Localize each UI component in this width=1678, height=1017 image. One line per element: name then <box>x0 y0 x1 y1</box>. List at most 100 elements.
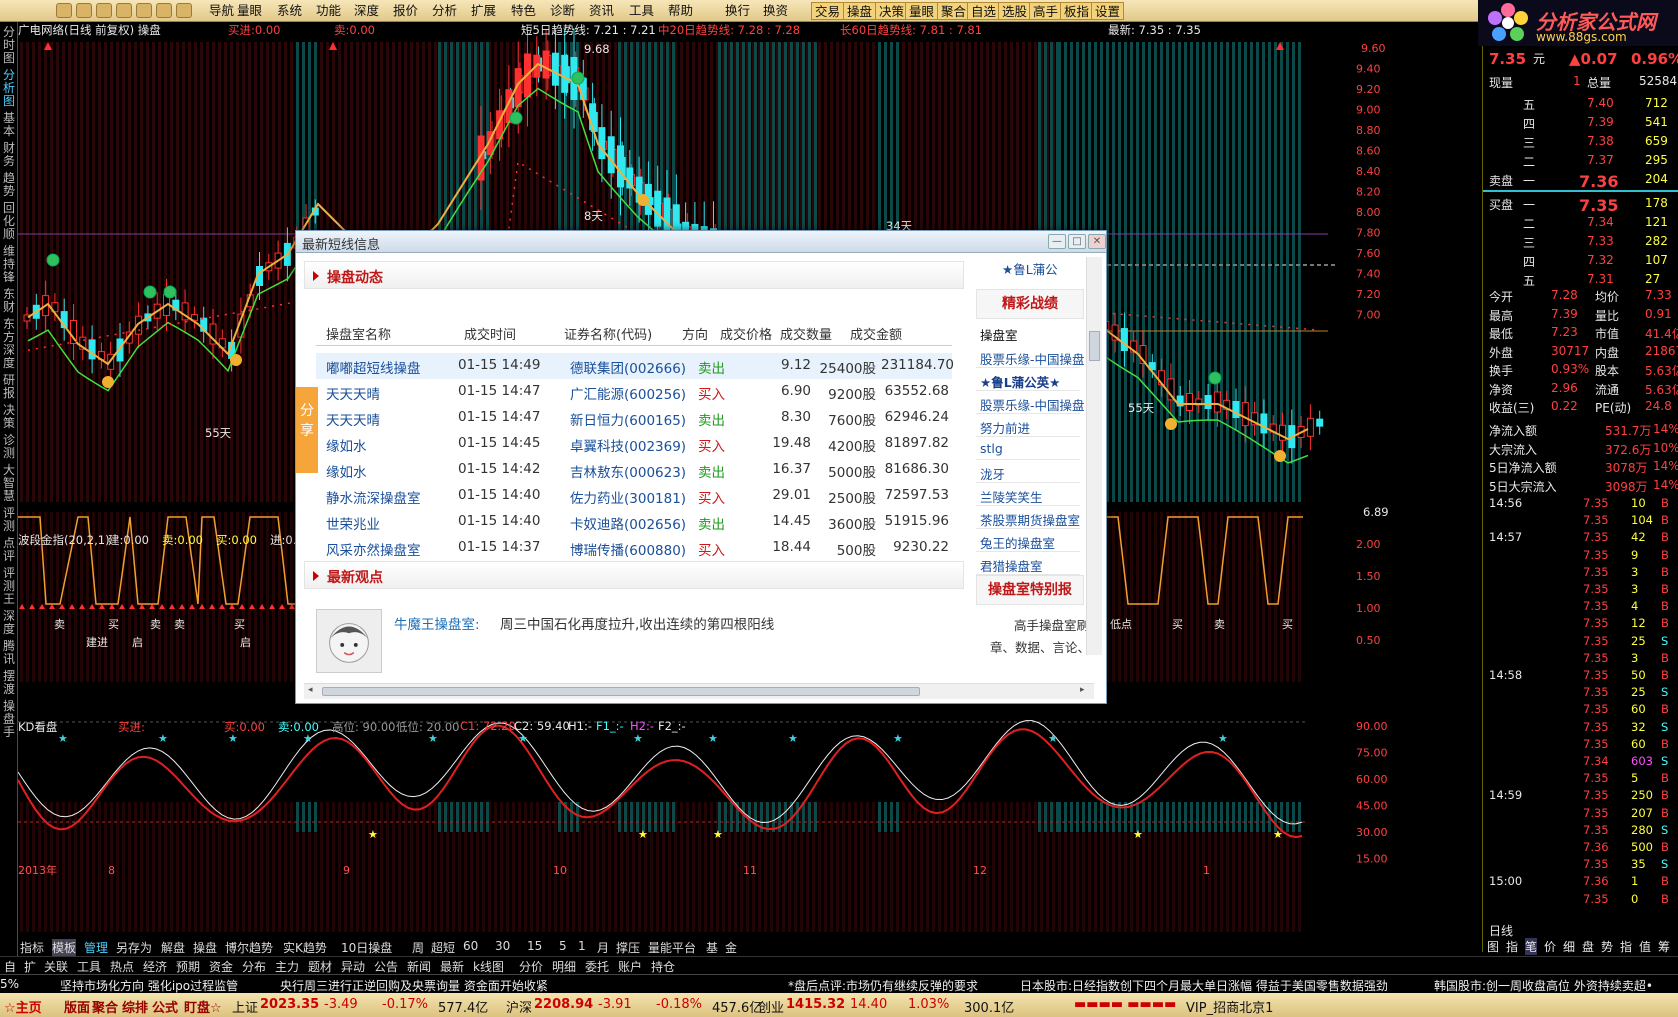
indicator-tab-3[interactable]: 另存为 <box>116 939 152 956</box>
trader-name[interactable]: 天天天晴 <box>326 383 380 403</box>
sidebar-item-6[interactable]: 兰陵笑笑生 <box>980 487 1043 506</box>
dialog-titlebar[interactable]: 最新短线信息 — □ ✕ <box>296 231 1106 253</box>
indicator-tab-16[interactable]: 月 <box>597 939 609 956</box>
home-tab[interactable]: ☆主页 <box>4 997 42 1016</box>
trade-row-6[interactable]: 世荣兆业 01-15 14:40 卡奴迪路(002656) 卖出 14.45 3600股 5… <box>316 509 952 535</box>
menu-item-10[interactable]: 资讯 <box>586 2 617 20</box>
trader-name[interactable]: 天天天晴 <box>326 409 380 429</box>
function-tab-0[interactable]: 自 <box>4 958 16 975</box>
menu-item-2[interactable]: 系统 <box>274 2 305 20</box>
function-tab-20[interactable]: 持仓 <box>651 958 675 975</box>
security[interactable]: 卡奴迪路(002656) <box>570 513 686 533</box>
sidebar-item-1[interactable]: ★鲁L蒲公英★ <box>980 372 1060 391</box>
function-tab-16[interactable]: 分价 <box>519 958 543 975</box>
menu-item-15[interactable]: 交易 <box>811 2 845 20</box>
trader-name[interactable]: 嘟嘟超短线操盘 <box>326 357 421 377</box>
function-tab-9[interactable]: 主力 <box>275 958 299 975</box>
indicator-tab-1[interactable]: 模板 <box>52 939 77 956</box>
indicator-tab-7[interactable]: 实K趋势 <box>283 939 327 956</box>
right-tab-4[interactable]: 细 <box>1563 938 1575 955</box>
menu-item-8[interactable]: 特色 <box>508 2 539 20</box>
right-tab-3[interactable]: 价 <box>1544 938 1556 955</box>
menu-item-12[interactable]: 帮助 <box>665 2 696 20</box>
menu-item-23[interactable]: 板指 <box>1060 2 1094 20</box>
status-item-2[interactable]: 综排 <box>122 997 148 1016</box>
sidebar-item-7[interactable]: 茶股票期货操盘室 <box>980 510 1080 529</box>
right-tab-1[interactable]: 指 <box>1506 938 1518 955</box>
toolbar-icon-3[interactable] <box>116 3 132 18</box>
trade-row-5[interactable]: 静水流深操盘室 01-15 14:40 佐力药业(300181) 买入 29.01 250… <box>316 483 952 509</box>
menu-item-24[interactable]: 设置 <box>1091 2 1125 20</box>
indicator-tab-4[interactable]: 解盘 <box>161 939 185 956</box>
sidebar-top-item[interactable]: ★鲁L蒲公 <box>1002 259 1058 278</box>
ticker-item-3[interactable]: *盘后点评:市场仍有继续反弹的要求 <box>788 977 978 994</box>
right-tab-5[interactable]: 盘 <box>1582 938 1594 955</box>
indicator-tab-5[interactable]: 操盘 <box>193 939 217 956</box>
left-tab-18[interactable]: 摆渡 <box>2 670 16 696</box>
left-tab-5[interactable]: 回化顺 <box>2 202 16 241</box>
menu-item-13[interactable]: 换行 <box>722 2 753 20</box>
indicator-tab-0[interactable]: 指标 <box>20 939 44 956</box>
left-tab-4[interactable]: 趋势 <box>2 172 16 198</box>
left-tab-9[interactable]: 研报 <box>2 374 16 400</box>
indicator-tab-2[interactable]: 管理 <box>84 939 108 956</box>
sidebar-item-0[interactable]: 股票乐缘-中国操盘 <box>980 349 1085 368</box>
function-tab-3[interactable]: 工具 <box>77 958 101 975</box>
sidebar-item-2[interactable]: 股票乐缘-中国操盘 <box>980 395 1085 414</box>
trader-name[interactable]: 缘如水 <box>326 435 367 455</box>
vertical-scrollbar[interactable] <box>1086 257 1102 655</box>
hscroll-thumb[interactable] <box>322 687 920 696</box>
right-tab-2[interactable]: 笔 <box>1525 938 1538 955</box>
left-tab-15[interactable]: 评测王 <box>2 567 16 606</box>
left-tab-19[interactable]: 操盘手 <box>2 700 16 739</box>
trade-row-1[interactable]: 天天天晴 01-15 14:47 广汇能源(600256) 买入 6.90 9200股 63… <box>316 379 952 405</box>
indicator-tab-12[interactable]: 30 <box>495 939 510 953</box>
status-item-4[interactable]: 盯盘☆ <box>184 997 222 1016</box>
security[interactable]: 广汇能源(600256) <box>570 383 686 403</box>
function-tab-4[interactable]: 热点 <box>110 958 134 975</box>
minimize-icon[interactable]: — <box>1048 234 1066 249</box>
menu-item-4[interactable]: 深度 <box>351 2 382 20</box>
sidebar-item-3[interactable]: 努力前进 <box>980 418 1030 437</box>
security[interactable]: 博瑞传播(600880) <box>570 539 686 559</box>
trader-name[interactable]: 世荣兆业 <box>326 513 380 533</box>
security[interactable]: 吉林敖东(000623) <box>570 461 686 481</box>
left-tab-1[interactable]: 分析图 <box>2 69 16 108</box>
function-tab-17[interactable]: 明细 <box>552 958 576 975</box>
avatar[interactable] <box>316 609 382 673</box>
security[interactable]: 卓翼科技(002369) <box>570 435 686 455</box>
toolbar-icon-4[interactable] <box>136 3 152 18</box>
function-tab-7[interactable]: 资金 <box>209 958 233 975</box>
indicator-tab-8[interactable]: 10日操盘 <box>341 939 392 956</box>
function-tab-6[interactable]: 预期 <box>176 958 200 975</box>
sidebar-item-8[interactable]: 兔王的操盘室 <box>980 533 1055 552</box>
security[interactable]: 德联集团(002666) <box>570 357 686 377</box>
sidebar-item-5[interactable]: 泷牙 <box>980 464 1005 483</box>
left-tab-7[interactable]: 东财 <box>2 288 16 314</box>
indicator-tab-9[interactable]: 周 <box>412 939 424 956</box>
ticker-item-4[interactable]: 日本股市:日经指数创下四个月最大单日涨幅 得益于美国零售数据强劲 <box>1020 977 1388 994</box>
left-tab-2[interactable]: 基本 <box>2 112 16 138</box>
indicator-tab-6[interactable]: 博尔趋势 <box>225 939 273 956</box>
left-tab-8[interactable]: 东方深度 <box>2 318 16 370</box>
menu-item-9[interactable]: 诊断 <box>547 2 578 20</box>
menu-item-3[interactable]: 功能 <box>313 2 344 20</box>
left-tab-10[interactable]: 决策 <box>2 404 16 430</box>
ticker-item-0[interactable]: 5% <box>0 977 19 991</box>
toolbar-icon-1[interactable] <box>76 3 92 18</box>
view-text[interactable]: 周三中国石化再度拉升,收出连续的第四根阳线 <box>500 613 774 633</box>
indicator-tab-11[interactable]: 60 <box>463 939 478 953</box>
left-tab-13[interactable]: 评测 <box>2 507 16 533</box>
function-tab-10[interactable]: 题材 <box>308 958 332 975</box>
left-tab-6[interactable]: 维持锋 <box>2 245 16 284</box>
trade-row-0[interactable]: 嘟嘟超短线操盘 01-15 14:49 德联集团(002666) 卖出 9.12 2540… <box>316 353 954 379</box>
trade-row-2[interactable]: 天天天晴 01-15 14:47 新日恒力(600165) 卖出 8.30 7600股 62… <box>316 405 952 431</box>
right-tab-8[interactable]: 值 <box>1639 938 1651 955</box>
scroll-right-icon[interactable]: ▸ <box>1080 685 1085 695</box>
status-item-3[interactable]: 公式 <box>152 997 178 1016</box>
security[interactable]: 佐力药业(300181) <box>570 487 686 507</box>
indicator-tab-10[interactable]: 超短 <box>431 939 455 956</box>
maximize-icon[interactable]: □ <box>1068 234 1086 249</box>
function-tab-13[interactable]: 新闻 <box>407 958 431 975</box>
trade-row-4[interactable]: 缘如水 01-15 14:42 吉林敖东(000623) 卖出 16.37 5000股 81… <box>316 457 952 483</box>
